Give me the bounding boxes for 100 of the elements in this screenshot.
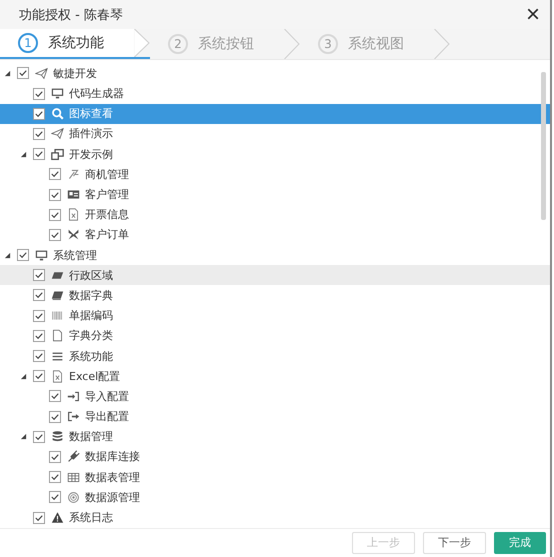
tree-item[interactable]: 单据编码: [0, 306, 550, 326]
tree-item[interactable]: 数据字典: [0, 285, 550, 306]
step-label: 系统视图: [348, 35, 405, 54]
tree-item[interactable]: 导出配置: [0, 406, 550, 427]
checkbox[interactable]: [49, 471, 61, 484]
step-number: 3: [318, 34, 338, 54]
tree-item[interactable]: 开发示例: [0, 144, 550, 164]
search-icon: [51, 107, 64, 120]
checkbox[interactable]: [33, 370, 45, 382]
step-label: 系统按钮: [198, 35, 255, 54]
checkbox[interactable]: [33, 310, 45, 322]
item-label: 单据编码: [69, 308, 113, 324]
checkbox[interactable]: [33, 289, 45, 302]
file-icon: [51, 329, 64, 342]
item-label: 数据表管理: [85, 470, 140, 485]
checkbox[interactable]: [33, 88, 45, 100]
checkbox[interactable]: [33, 350, 45, 362]
document-icon: [51, 370, 64, 383]
checkbox[interactable]: [33, 330, 45, 342]
item-label: 系统日志: [69, 510, 113, 525]
item-label: 开发示例: [69, 146, 113, 162]
item-label: 数据源管理: [85, 490, 140, 505]
checkbox[interactable]: [49, 491, 61, 504]
checkbox[interactable]: [49, 208, 61, 221]
checkbox[interactable]: [49, 168, 61, 180]
step-number: 2: [168, 34, 188, 54]
tree-item[interactable]: 系统日志: [0, 507, 550, 528]
checkbox[interactable]: [49, 450, 61, 463]
scrollbar[interactable]: [541, 72, 546, 220]
wizard-button[interactable]: 下一步: [423, 532, 486, 554]
collapse-icon[interactable]: [20, 433, 27, 440]
windows-icon: [51, 148, 64, 161]
collapse-icon[interactable]: [20, 150, 27, 158]
tree-item[interactable]: 客户订单: [0, 224, 550, 245]
tree-item[interactable]: 数据源管理: [0, 487, 550, 508]
document-icon: [67, 208, 80, 222]
list-icon: [51, 350, 64, 362]
item-label: 敏捷开发: [53, 66, 97, 81]
monitor-icon: [35, 248, 48, 262]
checkbox[interactable]: [17, 67, 29, 80]
sign-out-icon: [67, 410, 80, 424]
item-label: Excel配置: [69, 368, 120, 384]
tree-item[interactable]: 系统管理: [0, 244, 550, 266]
item-label: 图标查看: [69, 106, 113, 122]
item-label: 代码生成器: [69, 86, 124, 102]
checkbox[interactable]: [33, 430, 45, 443]
tree-item[interactable]: 代码生成器: [0, 83, 550, 104]
checkbox[interactable]: [33, 128, 45, 140]
item-label: 行政区域: [69, 268, 113, 283]
checkbox[interactable]: [49, 410, 61, 423]
tree-item[interactable]: 插件演示: [0, 124, 550, 144]
checkbox[interactable]: [33, 148, 45, 160]
checkbox[interactable]: [49, 390, 61, 402]
paper-plane-icon: [35, 66, 48, 80]
item-label: 字典分类: [69, 328, 113, 344]
item-label: 客户订单: [85, 227, 129, 242]
item-label: 导入配置: [85, 388, 129, 404]
tree-item[interactable]: 行政区域: [0, 265, 550, 286]
database-icon: [51, 430, 64, 444]
tree-item[interactable]: 数据库连接: [0, 446, 550, 468]
target-icon: [67, 490, 80, 504]
item-label: 数据字典: [69, 288, 113, 303]
collapse-icon[interactable]: [4, 70, 11, 77]
tree-item[interactable]: 开票信息: [0, 204, 550, 225]
item-label: 系统管理: [53, 248, 97, 263]
checkbox[interactable]: [49, 228, 61, 241]
plug-icon: [67, 450, 80, 464]
item-label: 开票信息: [85, 207, 129, 222]
sign-in-icon: [67, 390, 80, 403]
tree-item[interactable]: 字典分类: [0, 326, 550, 346]
table-icon: [67, 470, 80, 484]
tree-item[interactable]: 系统功能: [0, 346, 550, 366]
item-label: 客户管理: [85, 187, 129, 202]
item-label: 导出配置: [85, 409, 129, 424]
collapse-icon[interactable]: [20, 372, 27, 380]
close-button[interactable]: ×: [516, 2, 550, 27]
id-card-icon: [67, 188, 80, 201]
tree-item[interactable]: 数据表管理: [0, 467, 550, 488]
checkbox[interactable]: [33, 108, 45, 120]
item-label: 数据库连接: [85, 449, 140, 464]
monitor-icon: [51, 87, 64, 100]
checkbox[interactable]: [33, 512, 45, 524]
item-label: 系统功能: [69, 348, 113, 364]
dialog-title: 功能授权 - 陈春琴: [19, 6, 123, 24]
wizard-step[interactable]: 1 系统功能: [0, 29, 150, 60]
checkbox[interactable]: [17, 249, 29, 262]
collapse-icon[interactable]: [4, 252, 11, 259]
tree-item[interactable]: Excel配置: [0, 366, 550, 386]
tree-item[interactable]: 商机管理: [0, 164, 550, 184]
item-label: 商机管理: [85, 166, 129, 182]
step-number: 1: [18, 33, 38, 54]
tree-item[interactable]: 导入配置: [0, 386, 550, 406]
tree-item[interactable]: 敏捷开发: [0, 63, 550, 84]
item-label: 插件演示: [69, 126, 113, 142]
tree-item[interactable]: 数据管理: [0, 426, 550, 447]
tree-item[interactable]: 客户管理: [0, 184, 550, 205]
checkbox[interactable]: [49, 188, 61, 200]
barcode-icon: [51, 309, 64, 322]
book-icon: [51, 288, 64, 302]
checkbox[interactable]: [33, 269, 45, 282]
